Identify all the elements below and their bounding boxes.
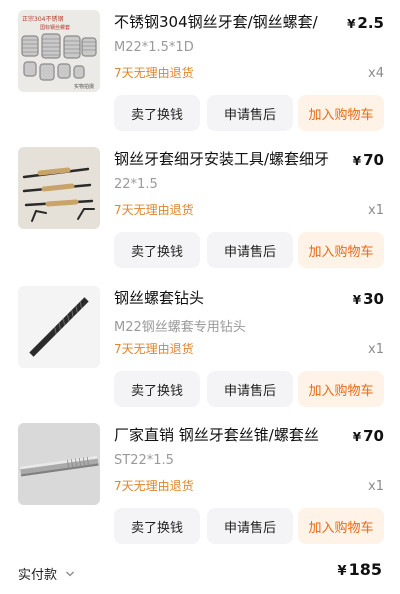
after-sale-button[interactable]: 申请售后 — [207, 95, 293, 131]
order-item[interactable]: 钢丝牙套细牙安装工具/螺套细牙 ¥70 22*1.5 7天无理由退货 x1 卖了… — [0, 137, 400, 274]
chevron-down-icon — [66, 571, 74, 576]
image-caption-1: 正宗304不锈钢 — [22, 15, 63, 23]
product-image-install-tool[interactable] — [18, 147, 100, 229]
currency-symbol: ¥ — [352, 154, 362, 168]
paid-amount-label: 实付款 — [18, 568, 58, 583]
price-value: 70 — [363, 427, 384, 445]
product-quantity: x1 — [368, 479, 384, 494]
product-title[interactable]: 钢丝螺套钻头 — [114, 288, 340, 308]
product-price: ¥30 — [353, 290, 384, 308]
product-quantity: x1 — [368, 342, 384, 357]
order-item[interactable]: 钢丝螺套钻头 ¥30 M22钢丝螺套专用钻头 7天无理由退货 x1 卖了换钱 申… — [0, 276, 400, 413]
product-image-drill-bit[interactable] — [18, 286, 100, 368]
product-quantity: x1 — [368, 203, 384, 218]
after-sale-button[interactable]: 申请售后 — [207, 232, 293, 268]
product-title[interactable]: 不锈钢304钢丝牙套/钢丝螺套/ — [114, 12, 340, 32]
add-to-cart-button[interactable]: 加入购物车 — [298, 371, 384, 407]
sell-button[interactable]: 卖了换钱 — [114, 371, 200, 407]
after-sale-button[interactable]: 申请售后 — [207, 371, 293, 407]
return-policy-label: 7天无理由退货 — [114, 203, 194, 217]
return-policy-label: 7天无理由退货 — [114, 342, 194, 356]
order-item[interactable]: 正宗304不锈钢 国标钢丝螺套 实物拍摄 不锈钢304钢丝牙套/钢丝螺套/ ¥2 — [0, 0, 400, 137]
price-value: 30 — [363, 290, 384, 308]
product-spec: M22*1.5*1D — [114, 40, 194, 55]
thread-insert-image: 正宗304不锈钢 国标钢丝螺套 实物拍摄 — [18, 10, 100, 92]
return-policy-label: 7天无理由退货 — [114, 66, 194, 80]
sell-button[interactable]: 卖了换钱 — [114, 232, 200, 268]
tap-image — [18, 423, 100, 505]
install-tool-image — [18, 147, 100, 229]
currency-symbol: ¥ — [352, 293, 362, 307]
image-caption-2: 国标钢丝螺套 — [40, 24, 70, 31]
currency-symbol: ¥ — [337, 564, 347, 579]
sell-button[interactable]: 卖了换钱 — [114, 95, 200, 131]
product-price: ¥70 — [353, 427, 384, 445]
product-title[interactable]: 厂家直销 钢丝牙套丝锥/螺套丝 — [114, 425, 340, 445]
product-spec: 22*1.5 — [114, 177, 158, 192]
currency-symbol: ¥ — [347, 17, 356, 31]
image-caption-3: 实物拍摄 — [74, 83, 94, 90]
order-total-bar: 实付款 ¥185 — [0, 556, 400, 590]
paid-amount-toggle[interactable]: 实付款 — [18, 564, 75, 583]
total-amount: ¥185 — [338, 560, 382, 579]
product-price: ¥70 — [353, 151, 384, 169]
drill-bit-image — [18, 286, 100, 368]
price-value: 70 — [363, 151, 384, 169]
product-spec: ST22*1.5 — [114, 453, 174, 468]
add-to-cart-button[interactable]: 加入购物车 — [298, 95, 384, 131]
price-value: 2.5 — [357, 14, 384, 32]
after-sale-button[interactable]: 申请售后 — [207, 508, 293, 544]
product-image-thread-insert[interactable]: 正宗304不锈钢 国标钢丝螺套 实物拍摄 — [18, 10, 100, 92]
product-title[interactable]: 钢丝牙套细牙安装工具/螺套细牙 — [114, 149, 340, 169]
product-spec: M22钢丝螺套专用钻头 — [114, 320, 246, 335]
add-to-cart-button[interactable]: 加入购物车 — [298, 508, 384, 544]
return-policy-label: 7天无理由退货 — [114, 479, 194, 493]
order-item[interactable]: 厂家直销 钢丝牙套丝锥/螺套丝 ¥70 ST22*1.5 7天无理由退货 x1 … — [0, 413, 400, 550]
product-quantity: x4 — [368, 66, 384, 81]
currency-symbol: ¥ — [352, 430, 362, 444]
total-value: 185 — [348, 560, 382, 579]
sell-button[interactable]: 卖了换钱 — [114, 508, 200, 544]
product-price: ¥2.5 — [347, 14, 384, 32]
product-image-tap[interactable] — [18, 423, 100, 505]
add-to-cart-button[interactable]: 加入购物车 — [298, 232, 384, 268]
